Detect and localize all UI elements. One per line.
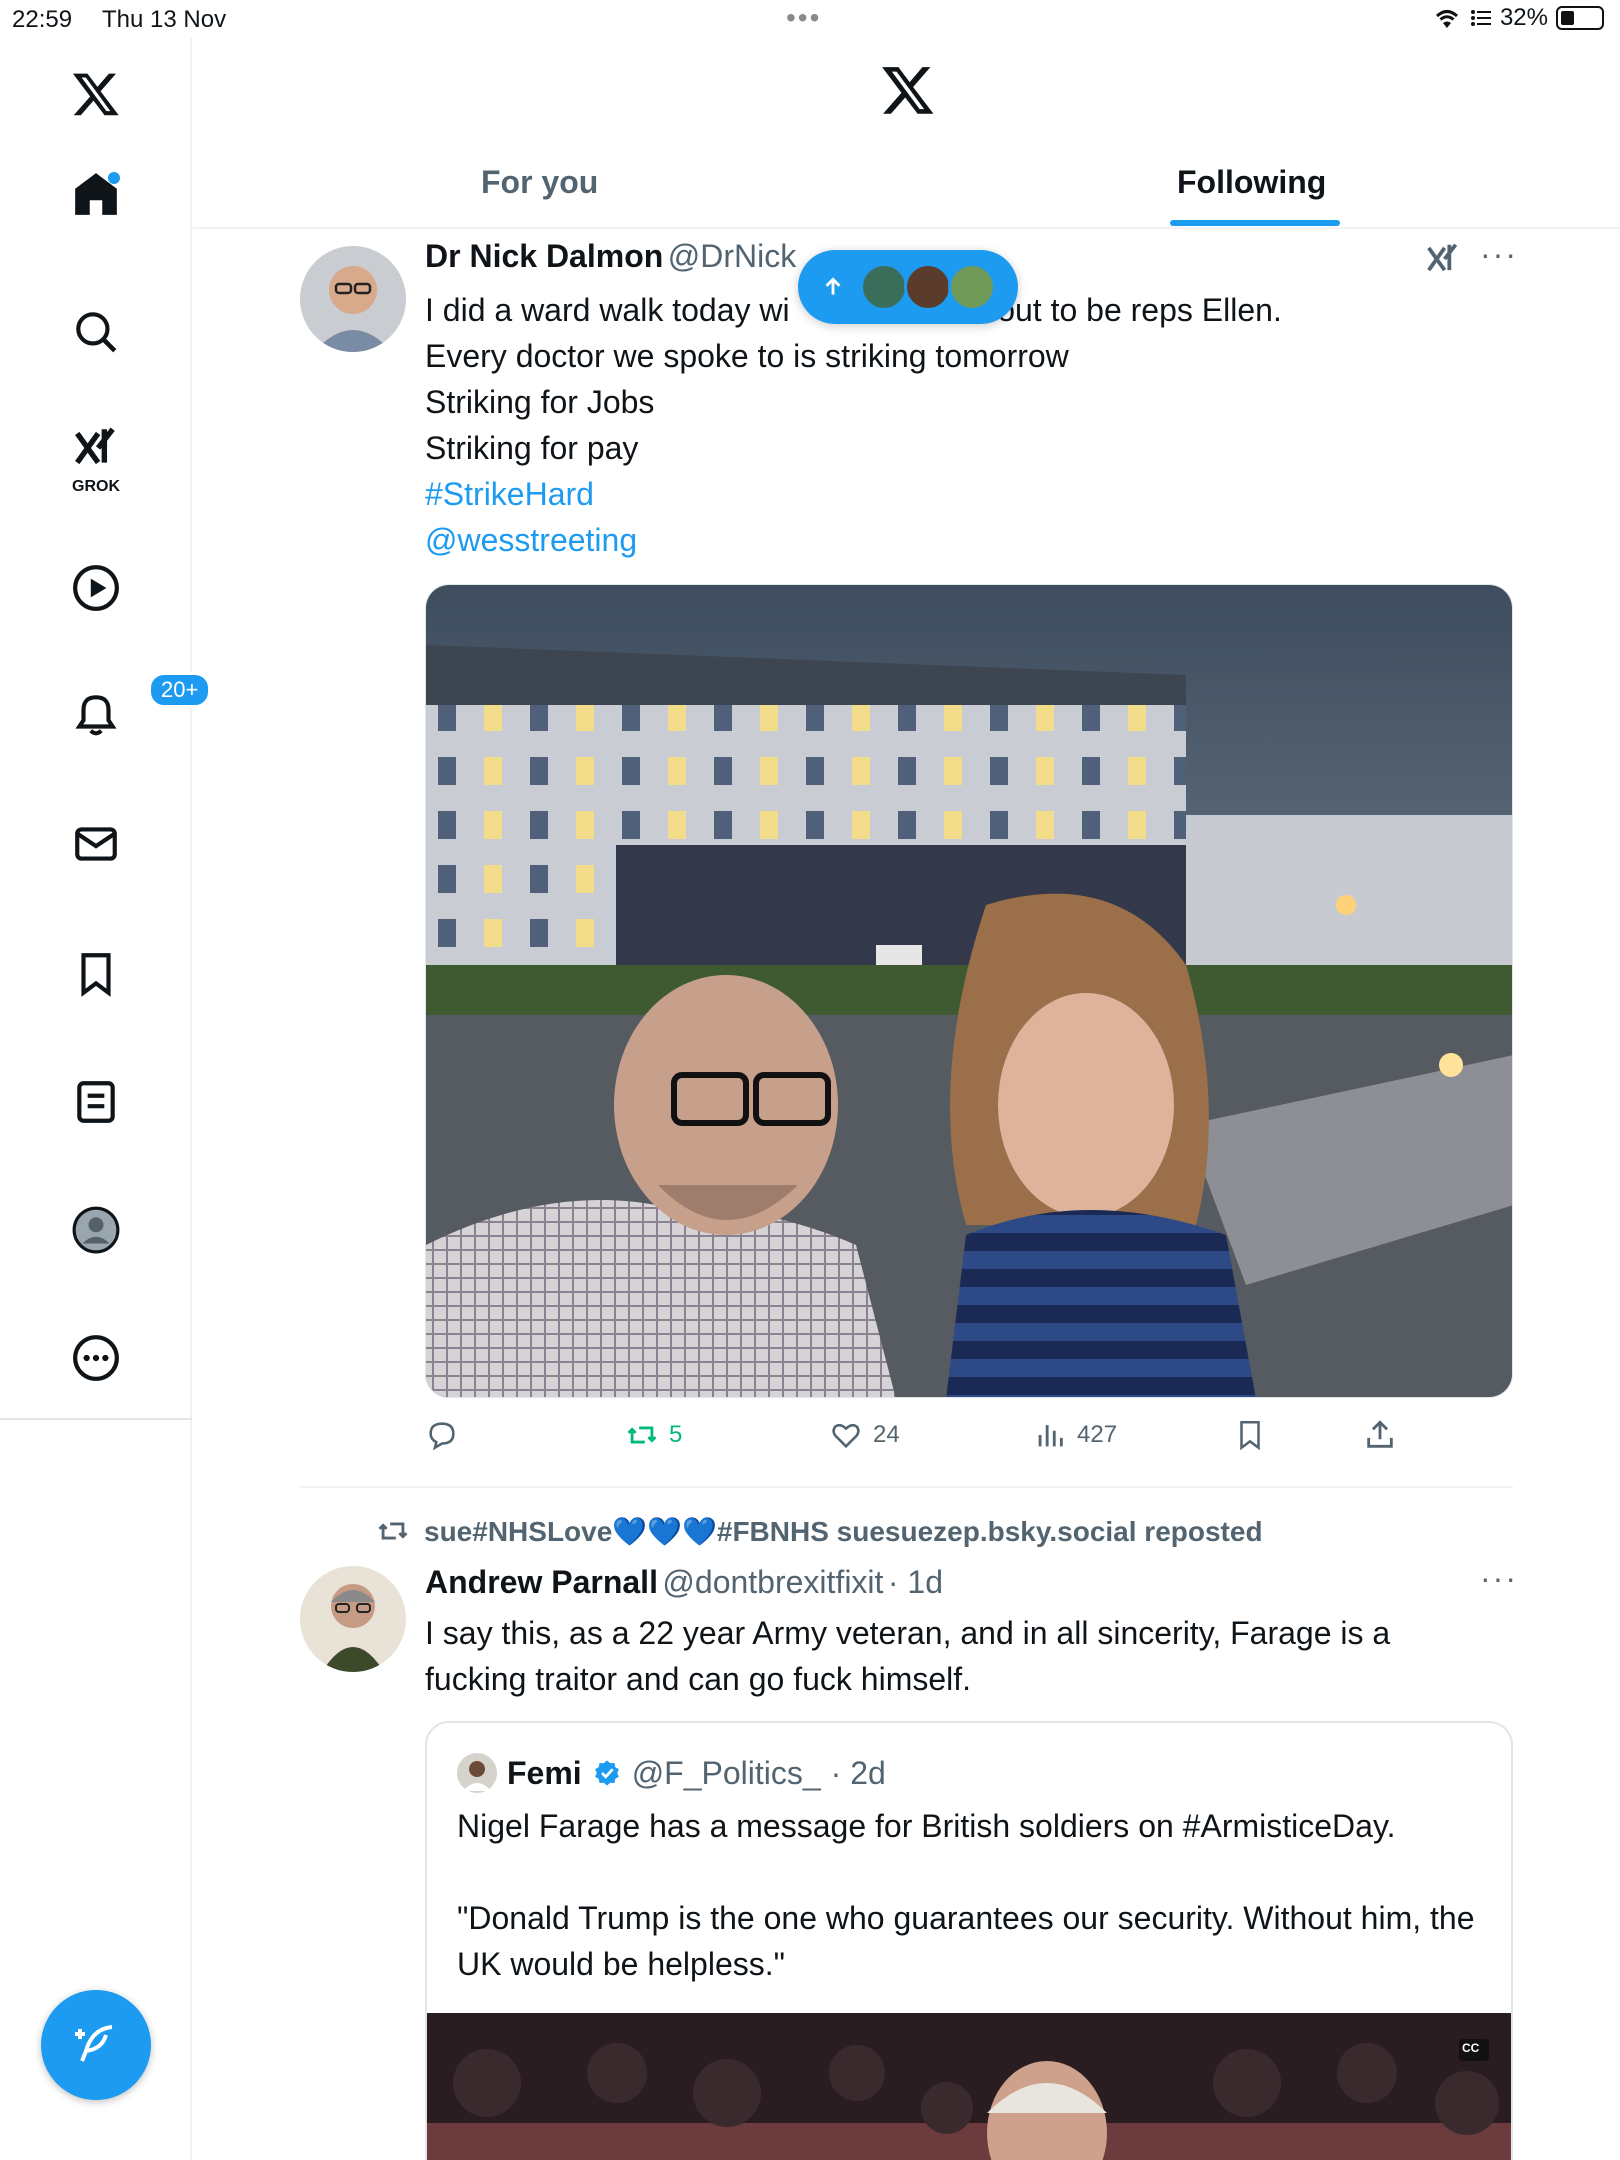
tab-following[interactable]: Following — [1177, 164, 1326, 201]
lists-icon[interactable] — [64, 1070, 128, 1134]
grok-icon[interactable] — [64, 416, 128, 480]
verified-badge-icon — [594, 1760, 619, 1786]
post-line: Striking for Jobs — [425, 384, 655, 420]
quote-time: · 2d — [830, 1754, 886, 1791]
repost-icon — [378, 1522, 408, 1540]
quote-author-handle: @F_Politics_ — [631, 1754, 821, 1791]
compose-post-button[interactable] — [41, 1990, 151, 2100]
bookmarks-icon[interactable] — [64, 942, 128, 1006]
repost-attribution-text: sue#NHSLove💙💙💙#FBNHS suesuezep.bsky.soci… — [424, 1515, 1263, 1547]
quote-video[interactable]: CC — [427, 2013, 1511, 2160]
repost-count: 5 — [669, 1421, 683, 1448]
grok-label: GROK — [72, 478, 120, 495]
quote-header: Femi @F_Politics_ · 2d — [457, 1753, 886, 1793]
author-handle[interactable]: @dontbrexitfixit — [662, 1564, 883, 1600]
views-chart-icon — [1038, 1425, 1063, 1447]
post-text: I did a ward walk today wi about to be re… — [425, 287, 1375, 563]
share-button[interactable] — [1363, 1418, 1397, 1452]
search-icon[interactable] — [64, 300, 128, 364]
video-play-icon[interactable] — [64, 556, 128, 620]
post-text: I say this, as a 22 year Army veteran, a… — [425, 1615, 1391, 1697]
new-posts-pill[interactable] — [798, 250, 1018, 324]
avatar — [457, 1753, 497, 1793]
post-header: Andrew Parnall @dontbrexitfixit · 1d — [425, 1564, 943, 1601]
multitasking-dots[interactable]: ••• — [786, 2, 821, 34]
x-logo-icon[interactable] — [64, 62, 128, 126]
notifications-bell-icon[interactable]: 20+ — [64, 672, 212, 746]
quote-line: Nigel Farage has a message for British s… — [457, 1808, 1396, 1844]
author-handle[interactable]: @DrNick — [668, 238, 796, 274]
views-button[interactable]: 427 — [1033, 1418, 1117, 1452]
author-name[interactable]: Andrew Parnall — [425, 1564, 658, 1600]
bookmark-icon — [1240, 1420, 1260, 1451]
status-bar: 22:59 Thu 13 Nov ••• 32% — [0, 0, 1620, 38]
sidebar-divider — [0, 1418, 192, 1420]
repost-button[interactable]: 5 — [625, 1418, 682, 1452]
mention-link[interactable]: @wesstreeting — [425, 517, 1375, 563]
timeline-header: For you Following — [193, 38, 1620, 229]
home-unread-dot — [108, 172, 120, 184]
post-header: Dr Nick Dalmon @DrNick — [425, 238, 796, 275]
quote-author-name: Femi — [507, 1754, 582, 1791]
like-count: 24 — [873, 1421, 900, 1448]
arrow-up-icon — [825, 277, 841, 295]
post-time[interactable]: · 1d — [888, 1564, 943, 1600]
post-divider — [300, 1486, 1513, 1488]
post-photo[interactable] — [425, 584, 1513, 1398]
list-icon — [1470, 10, 1491, 26]
post-line: Every doctor we spoke to is striking tom… — [425, 338, 1069, 374]
x-logo-icon[interactable] — [880, 62, 936, 118]
quote-line: "Donald Trump is the one who guarantees … — [457, 1900, 1475, 1982]
grok-icon[interactable] — [1424, 240, 1462, 278]
new-post-avatar — [948, 263, 996, 311]
post-more-button[interactable]: ··· — [1480, 236, 1518, 273]
post-more-button[interactable]: ··· — [1480, 1560, 1518, 1597]
messages-envelope-icon[interactable] — [64, 812, 128, 876]
date: Thu 13 Nov — [102, 6, 227, 33]
share-icon — [1367, 1420, 1393, 1448]
new-post-avatar — [904, 263, 952, 311]
like-button[interactable]: 24 — [829, 1418, 900, 1452]
avatar[interactable] — [300, 1566, 406, 1672]
notifications-badge: 20+ — [148, 672, 212, 708]
active-tab-indicator — [1170, 220, 1340, 226]
heart-icon — [832, 1423, 860, 1449]
reply-button[interactable] — [425, 1418, 469, 1452]
clock: 22:59 — [12, 6, 73, 33]
post-line: Striking for pay — [425, 430, 639, 466]
more-options-icon[interactable] — [64, 1326, 128, 1390]
quoted-post[interactable]: Femi @F_Politics_ · 2d Nigel Farage has … — [425, 1721, 1513, 2160]
wifi-icon — [1435, 10, 1458, 28]
sidebar: GROK 20+ — [0, 38, 212, 2160]
avatar[interactable] — [300, 246, 406, 352]
author-name[interactable]: Dr Nick Dalmon — [425, 238, 663, 274]
home-icon[interactable] — [64, 162, 128, 226]
hashtag-link[interactable]: #StrikeHard — [425, 471, 1375, 517]
reply-icon — [429, 1422, 455, 1451]
compose-feather-icon — [75, 2025, 113, 2062]
quote-text: Nigel Farage has a message for British s… — [457, 1803, 1477, 1987]
tab-for-you[interactable]: For you — [481, 164, 598, 201]
profile-avatar-icon[interactable] — [64, 1198, 128, 1262]
repost-icon — [627, 1426, 657, 1444]
repost-attribution[interactable]: sue#NHSLove💙💙💙#FBNHS suesuezep.bsky.soci… — [376, 1514, 1263, 1548]
new-post-avatar — [860, 263, 908, 311]
post-actions: 5 24 427 — [425, 1418, 1425, 1458]
closed-captions-badge[interactable]: CC — [1462, 2041, 1479, 2055]
post-line: I did a ward walk today wi — [425, 292, 790, 328]
battery-percent: 32% — [1499, 4, 1548, 31]
battery-icon — [1556, 6, 1604, 30]
bookmark-button[interactable] — [1233, 1418, 1267, 1452]
view-count: 427 — [1077, 1421, 1118, 1448]
